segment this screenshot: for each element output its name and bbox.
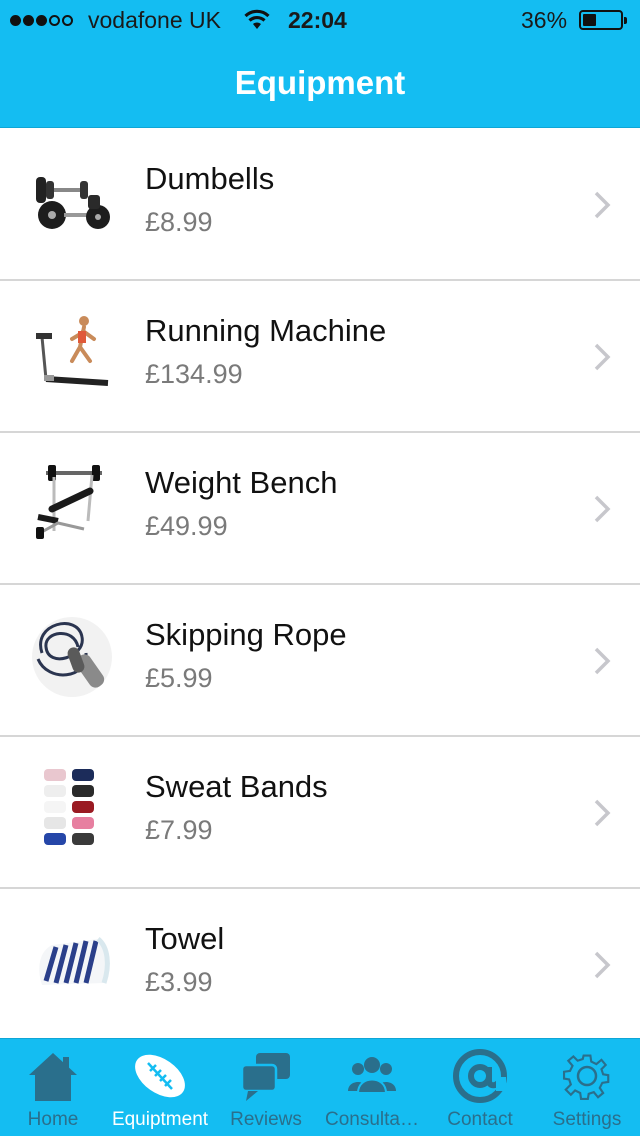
treadmill-image — [36, 316, 109, 386]
dumbbells-image — [36, 177, 110, 229]
clock: 22:04 — [288, 7, 347, 33]
battery-icon — [579, 10, 627, 30]
chat-bubbles-icon — [240, 1053, 290, 1101]
tab-reviews[interactable]: Reviews — [214, 1039, 318, 1136]
football-icon — [135, 1054, 185, 1098]
weight-bench-image — [36, 465, 102, 539]
chevron-right-icon — [594, 799, 611, 827]
tab-label: Reviews — [230, 1109, 302, 1130]
list-item[interactable]: Towel £3.99 — [0, 889, 640, 1037]
item-price: £3.99 — [145, 967, 213, 997]
chevron-right-icon — [594, 495, 611, 523]
people-icon — [348, 1057, 396, 1094]
tab-consultation[interactable]: Consulta… — [318, 1039, 426, 1136]
list-item[interactable]: Weight Bench £49.99 — [0, 433, 640, 585]
battery-percentage: 36% — [521, 7, 568, 33]
tab-home[interactable]: Home — [0, 1039, 106, 1136]
tab-label: Contact — [447, 1109, 513, 1130]
list-item[interactable]: Dumbells £8.99 — [0, 129, 640, 281]
gear-icon — [562, 1054, 610, 1101]
tab-settings[interactable]: Settings — [534, 1039, 640, 1136]
item-price: £5.99 — [145, 663, 213, 693]
tab-contact[interactable]: Contact — [426, 1039, 534, 1136]
item-name: Running Machine — [145, 313, 387, 348]
item-name: Sweat Bands — [145, 769, 328, 804]
tab-equipment[interactable]: Equiptment — [106, 1039, 214, 1136]
carrier-name: vodafone UK — [88, 7, 221, 33]
item-price: £134.99 — [145, 359, 243, 389]
item-name: Towel — [145, 921, 225, 956]
at-sign-icon — [453, 1049, 507, 1103]
home-icon — [29, 1053, 77, 1101]
chevron-right-icon — [594, 647, 611, 675]
tab-label: Settings — [552, 1109, 622, 1130]
chevron-right-icon — [594, 191, 611, 219]
item-price: £7.99 — [145, 815, 213, 845]
item-name: Weight Bench — [145, 465, 338, 500]
tab-bar: Home Equiptment Reviews Consulta… Contac… — [0, 1038, 640, 1136]
navigation-bar: Equipment — [0, 40, 640, 128]
page-title: Equipment — [234, 64, 406, 101]
item-name: Dumbells — [145, 161, 275, 196]
item-price: £8.99 — [145, 207, 213, 237]
tab-label: Equiptment — [111, 1109, 209, 1130]
wifi-icon — [244, 9, 270, 29]
chevron-right-icon — [594, 951, 611, 979]
tab-label: Home — [27, 1109, 79, 1130]
list-item[interactable]: Running Machine £134.99 — [0, 281, 640, 433]
item-price: £49.99 — [145, 511, 228, 541]
sweat-bands-image — [44, 769, 94, 845]
item-name: Skipping Rope — [145, 617, 347, 652]
list-item[interactable]: Sweat Bands £7.99 — [0, 737, 640, 889]
tab-label: Consulta… — [325, 1109, 419, 1130]
list-item[interactable]: Skipping Rope £5.99 — [0, 585, 640, 737]
status-bar: vodafone UK 22:04 36% — [0, 0, 640, 40]
chevron-right-icon — [594, 343, 611, 371]
signal-strength-icon — [10, 8, 73, 32]
equipment-list[interactable]: Dumbells £8.99 Running Machine £134.99 W… — [0, 129, 640, 1037]
towel-image — [39, 937, 110, 985]
skipping-rope-image — [32, 617, 112, 697]
